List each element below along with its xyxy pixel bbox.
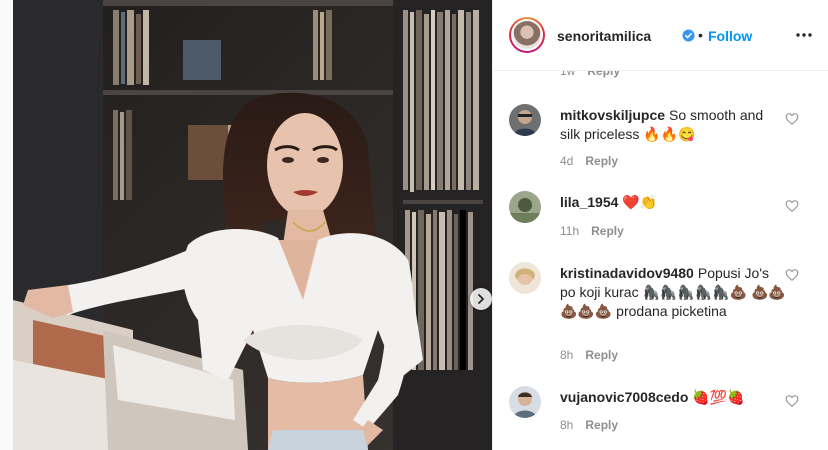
comment-time: 8h [560, 348, 574, 362]
reply-button[interactable]: Reply [585, 348, 618, 362]
heart-outline-icon[interactable] [785, 268, 799, 282]
verified-badge-icon [682, 29, 695, 42]
commenter-avatar[interactable] [509, 386, 541, 418]
comment-text: vujanovic7008cedo 🍓💯🍓 [560, 388, 786, 407]
comment-text: kristinadavidov9480 Popusi Jo's po koji k… [560, 264, 786, 321]
follow-button[interactable]: Follow [708, 28, 752, 44]
comment-meta: 8h Reply [560, 348, 618, 362]
chevron-right-icon [478, 294, 484, 304]
post-username[interactable]: senoritamilica [557, 28, 651, 44]
comment-time: 4d [560, 154, 574, 168]
comment-username[interactable]: vujanovic7008cedo [560, 389, 688, 405]
comment-time: 11h [560, 224, 580, 238]
comment-body: ❤️👏 [622, 194, 658, 210]
comment-username[interactable]: mitkovskiljupce [560, 107, 665, 123]
comment-text: lila_1954 ❤️👏 [560, 193, 786, 212]
comment-username[interactable]: kristinadavidov9480 [560, 265, 694, 281]
comment-meta: 11h Reply [560, 224, 624, 238]
comment-meta: 8h Reply [560, 418, 618, 432]
commenter-avatar[interactable] [509, 104, 541, 136]
reply-button[interactable]: Reply [585, 154, 618, 168]
more-options-icon[interactable] [795, 26, 813, 44]
reply-button[interactable]: Reply [591, 224, 624, 238]
commenter-avatar[interactable] [509, 191, 541, 223]
commenter-avatar[interactable] [509, 262, 541, 294]
left-gutter [0, 0, 13, 450]
reply-button[interactable]: Reply [585, 418, 618, 432]
comment-meta: 4d Reply [560, 154, 618, 168]
next-photo-button[interactable] [470, 288, 492, 310]
comments-panel: 1w Reply senoritamilica • Follow mitkovsk… [492, 0, 828, 450]
separator-dot: • [698, 27, 703, 43]
comment-username[interactable]: lila_1954 [560, 194, 618, 210]
photo-illustration [13, 0, 492, 450]
heart-outline-icon[interactable] [785, 199, 799, 213]
heart-outline-icon[interactable] [785, 394, 799, 408]
comment-body: 🍓💯🍓 [692, 389, 745, 405]
comment-text: mitkovskiljupce So smooth and silk pricel… [560, 106, 786, 144]
heart-outline-icon[interactable] [785, 112, 799, 126]
comment-time: 8h [560, 418, 574, 432]
post-header: senoritamilica • Follow [493, 0, 828, 71]
profile-avatar[interactable] [509, 17, 545, 53]
post-photo[interactable] [13, 0, 492, 450]
